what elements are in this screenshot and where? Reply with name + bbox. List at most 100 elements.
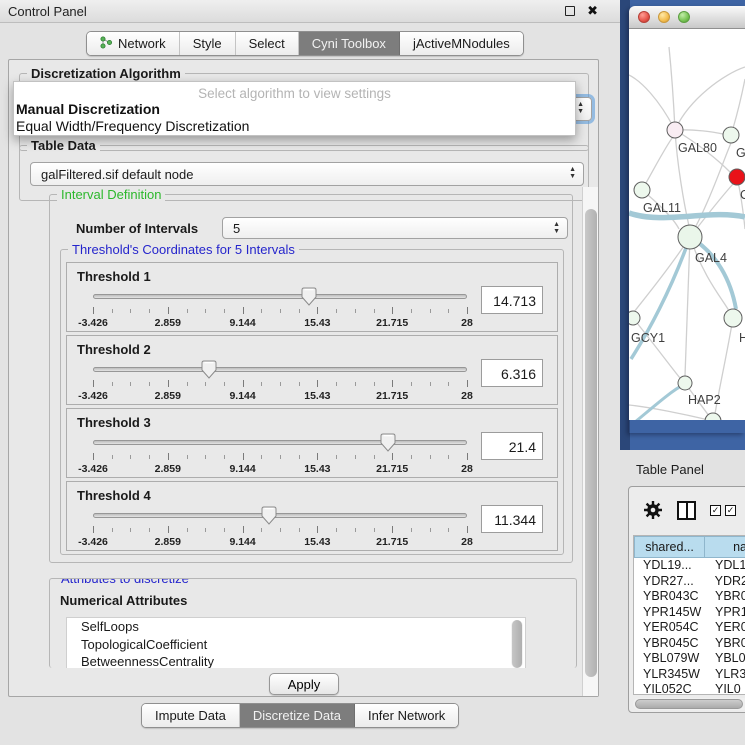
- gear-icon[interactable]: [643, 500, 663, 520]
- cell-name[interactable]: YBR0: [709, 636, 745, 652]
- cell-shared-name[interactable]: YDR27...: [634, 574, 709, 590]
- minimize-traffic-icon[interactable]: [658, 11, 670, 23]
- node-GAL80[interactable]: [667, 122, 683, 138]
- scale-tick-label: 2.859: [155, 317, 181, 329]
- check-icon[interactable]: ✓: [725, 505, 736, 516]
- node-H[interactable]: [724, 309, 742, 327]
- threshold-value-field[interactable]: 6.316: [481, 359, 543, 387]
- tab-network[interactable]: Network: [87, 32, 180, 55]
- numerical-attributes-label: Numerical Attributes: [60, 593, 187, 608]
- tab-impute-data[interactable]: Impute Data: [142, 704, 240, 727]
- cell-name[interactable]: YLR3: [709, 667, 745, 683]
- node-table[interactable]: shared... na YDL19...YDL1YDR27...YDR2YBR…: [633, 535, 745, 695]
- tab-jactivemnodules[interactable]: jActiveMNodules: [400, 32, 523, 55]
- cell-name[interactable]: YDL1: [709, 558, 745, 574]
- cell-name[interactable]: YBL0: [709, 651, 745, 667]
- panel-title: Control Panel: [8, 4, 87, 19]
- table-row[interactable]: YER054CYER0: [634, 620, 745, 636]
- threshold-slider[interactable]: -3.4262.8599.14415.4321.71528: [93, 361, 467, 405]
- tab-infer-network[interactable]: Infer Network: [355, 704, 458, 727]
- close-traffic-icon[interactable]: [638, 11, 650, 23]
- table-hscrollbar[interactable]: [633, 698, 745, 710]
- cell-name[interactable]: YPR1: [709, 605, 745, 621]
- column-header-name[interactable]: na: [705, 536, 745, 558]
- threshold-value-field[interactable]: 11.344: [481, 505, 543, 533]
- table-row[interactable]: YBR045CYBR0: [634, 636, 745, 652]
- attribute-item-betweennesscentrality[interactable]: BetweennessCentrality: [67, 653, 525, 668]
- content-scrollbar[interactable]: [582, 187, 598, 696]
- table-data-combobox[interactable]: galFiltered.sif default node ▲▼: [30, 162, 584, 186]
- threshold-slider[interactable]: -3.4262.8599.14415.4321.71528: [93, 434, 467, 478]
- attribute-item-topologicalcoefficient[interactable]: TopologicalCoefficient: [67, 636, 525, 654]
- attributes-scrollbar[interactable]: [511, 620, 523, 668]
- cell-shared-name[interactable]: YLR345W: [634, 667, 709, 683]
- node-GAL4[interactable]: [678, 225, 702, 249]
- slider-track[interactable]: [93, 440, 467, 445]
- node-GA-label: GA: [736, 146, 745, 160]
- threshold-label: Threshold 1: [77, 269, 549, 284]
- table-row[interactable]: YBR043CYBR0: [634, 589, 745, 605]
- close-icon[interactable]: ✖: [587, 6, 598, 16]
- node-GA[interactable]: [723, 127, 739, 143]
- top-tab-strip: Network Style SelectCyni ToolboxjActiveMNo…: [86, 31, 524, 56]
- threshold-slider[interactable]: -3.4262.8599.14415.4321.71528: [93, 288, 467, 332]
- table-header: shared... na: [634, 536, 745, 558]
- node-selected[interactable]: [729, 169, 745, 185]
- number-of-intervals-combobox[interactable]: 5 ▲▼: [222, 217, 568, 239]
- checkbox-icons[interactable]: ✓ ✓: [710, 505, 736, 516]
- table-row[interactable]: YLR345WYLR3: [634, 667, 745, 683]
- table-row[interactable]: YIL052CYIL0: [634, 682, 745, 695]
- cell-shared-name[interactable]: YBL079W: [634, 651, 709, 667]
- scale-tick-label: 2.859: [155, 463, 181, 475]
- node-HAP2[interactable]: [678, 376, 692, 390]
- algorithm-option-manual-discretization[interactable]: Manual Discretization: [14, 101, 575, 118]
- tab-select[interactable]: Select: [236, 32, 299, 55]
- table-row[interactable]: YPR145WYPR1: [634, 605, 745, 621]
- slider-thumb-icon[interactable]: [201, 360, 217, 379]
- table-row[interactable]: YDL19...YDL1: [634, 558, 745, 574]
- cell-shared-name[interactable]: YDL19...: [634, 558, 709, 574]
- tab-discretize-data[interactable]: Discretize Data: [240, 704, 355, 727]
- node-GAL11[interactable]: [634, 182, 650, 198]
- cell-shared-name[interactable]: YER054C: [634, 620, 709, 636]
- numerical-attributes-list[interactable]: SelfLoopsTopologicalCoefficientBetweenne…: [66, 617, 526, 668]
- threshold-label: Threshold 3: [77, 415, 549, 430]
- slider-track[interactable]: [93, 367, 467, 372]
- check-icon[interactable]: ✓: [710, 505, 721, 516]
- threshold-value-field[interactable]: 14.713: [481, 286, 543, 314]
- tab-style[interactable]: Style: [180, 32, 236, 55]
- column-view-icon[interactable]: [677, 501, 696, 520]
- cell-name[interactable]: YER0: [709, 620, 745, 636]
- cell-name[interactable]: YDR2: [709, 574, 745, 590]
- network-canvas[interactable]: GAL80GACGAL11GAL4GCY1HHAP2: [629, 29, 745, 420]
- scale-tick-label: 21.715: [376, 536, 408, 548]
- apply-button[interactable]: Apply: [269, 673, 339, 695]
- cell-shared-name[interactable]: YIL052C: [634, 682, 709, 695]
- threshold-value-field[interactable]: 21.4: [481, 432, 543, 460]
- zoom-traffic-icon[interactable]: [678, 11, 690, 23]
- cell-shared-name[interactable]: YPR145W: [634, 605, 709, 621]
- slider-track[interactable]: [93, 294, 467, 299]
- cell-name[interactable]: YBR0: [709, 589, 745, 605]
- tab-label: Style: [193, 36, 222, 51]
- cell-name[interactable]: YIL0: [709, 682, 745, 695]
- slider-thumb-icon[interactable]: [261, 506, 277, 525]
- table-row[interactable]: YBL079WYBL0: [634, 651, 745, 667]
- slider-thumb-icon[interactable]: [301, 287, 317, 306]
- threshold-slider[interactable]: -3.4262.8599.14415.4321.71528: [93, 507, 467, 551]
- table-row[interactable]: YDR27...YDR2: [634, 574, 745, 590]
- slider-track[interactable]: [93, 513, 467, 518]
- slider-thumb-icon[interactable]: [380, 433, 396, 452]
- float-icon[interactable]: [565, 6, 575, 16]
- node-GCY1[interactable]: [629, 311, 640, 325]
- threshold-panel: Threshold 4 -3.4262.8599.14415.4321.7152…: [66, 481, 558, 551]
- network-window-titlebar[interactable]: [629, 6, 745, 29]
- network-desktop: GAL80GACGAL11GAL4GCY1HHAP2: [620, 0, 745, 450]
- tab-cyni-toolbox[interactable]: Cyni Toolbox: [299, 32, 400, 55]
- column-header-shared[interactable]: shared...: [634, 536, 705, 558]
- algorithm-option-equal-width-frequency-discretization[interactable]: Equal Width/Frequency Discretization: [14, 118, 575, 135]
- attribute-item-selfloops[interactable]: SelfLoops: [67, 618, 525, 636]
- cell-shared-name[interactable]: YBR043C: [634, 589, 709, 605]
- cell-shared-name[interactable]: YBR045C: [634, 636, 709, 652]
- table-panel-toolbar: ✓ ✓: [629, 487, 745, 533]
